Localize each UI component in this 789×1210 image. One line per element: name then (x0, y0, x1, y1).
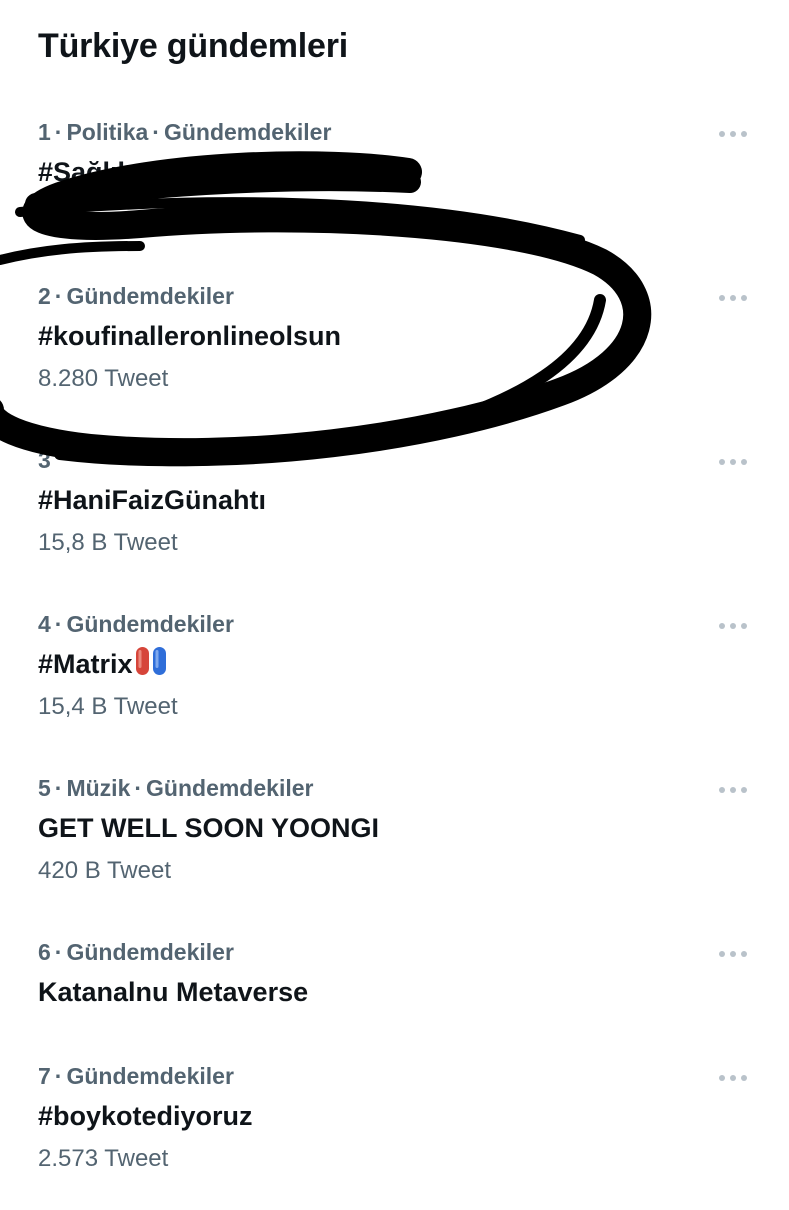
trend-tweet-count: 8.280 Tweet (38, 365, 169, 392)
trend-rank: 5 (38, 775, 51, 801)
trend-rank: 4 (38, 611, 51, 637)
trend-rank: 3 (38, 447, 51, 473)
trend-item[interactable]: 5 · Müzik · Gündemdekiler GET WELL SOON YOON… (0, 772, 789, 922)
trend-rank: 2 (38, 283, 51, 309)
trend-tweet-count: 2.573 Tweet (38, 1145, 169, 1172)
trend-name[interactable]: #Matrix (38, 646, 167, 685)
more-horizontal-icon (719, 295, 747, 301)
trend-item[interactable]: 2 · Gündemdekiler #koufinalleronlineolsun … (0, 280, 789, 430)
trend-tweet-count: 15,8 B Tweet (38, 529, 178, 556)
trend-context: Gündemdekiler (146, 775, 314, 801)
trend-rank: 1 (38, 119, 51, 145)
more-horizontal-icon (719, 951, 747, 957)
trend-item[interactable]: 1 · Politika · Gündemdekiler #SağlıkçıTeşekk… (0, 116, 789, 266)
trend-context: Gündemdekiler (163, 119, 332, 145)
more-horizontal-icon (719, 131, 747, 137)
trend-name-text: #Matrix (38, 649, 133, 679)
trend-meta: 3 (38, 444, 51, 476)
trend-category: Politika (66, 119, 149, 145)
more-button[interactable] (716, 124, 750, 144)
more-horizontal-icon (719, 623, 747, 629)
trend-meta: 5 · Müzik · Gündemdekiler (38, 775, 314, 801)
more-horizontal-icon (719, 459, 747, 465)
trend-item[interactable]: 4 · Gündemdekiler #Matrix 15,4 B Tweet (0, 608, 789, 758)
trend-name[interactable]: #SağlıkçıTeşekkürEtmiyor (38, 154, 372, 190)
trend-name[interactable]: GET WELL SOON YOONGI (38, 810, 379, 846)
trend-meta: 4 · Gündemdekiler (38, 611, 234, 637)
blue-pill-icon (152, 646, 167, 685)
trend-meta: 1 · Politika · Gündemdekiler (38, 119, 332, 145)
trend-name[interactable]: #boykotediyoruz (38, 1098, 253, 1134)
trend-rank: 7 (38, 1063, 51, 1089)
trend-context: Gündemdekiler (66, 611, 234, 637)
page-title: Türkiye gündemleri (38, 27, 349, 65)
trend-context: Gündemdekiler (66, 939, 234, 965)
trend-meta: 7 · Gündemdekiler (38, 1063, 234, 1089)
trend-context: Gündemdekiler (66, 1063, 234, 1089)
trend-meta: 6 · Gündemdekiler (38, 939, 234, 965)
more-button[interactable] (716, 1068, 750, 1088)
more-button[interactable] (716, 452, 750, 472)
more-button[interactable] (716, 780, 750, 800)
trend-context: Gündemdekiler (66, 283, 234, 309)
trend-item[interactable]: 7 · Gündemdekiler #boykotediyoruz 2.573 Tw… (0, 1060, 789, 1210)
trend-rank: 6 (38, 939, 51, 965)
more-horizontal-icon (719, 787, 747, 793)
trend-tweet-count: 15,4 B Tweet (38, 693, 178, 720)
trend-tweet-count: 420 B Tweet (38, 857, 171, 884)
trend-meta: 2 · Gündemdekiler (38, 283, 234, 309)
more-horizontal-icon (719, 1075, 747, 1081)
trend-name[interactable]: #HaniFaizGünahtı (38, 482, 266, 518)
more-button[interactable] (716, 944, 750, 964)
trend-item[interactable]: 3 #HaniFaizGünahtı 15,8 B Tweet (0, 444, 789, 594)
more-button[interactable] (716, 616, 750, 636)
trend-name[interactable]: #koufinalleronlineolsun (38, 318, 341, 354)
red-pill-icon (135, 646, 150, 685)
more-button[interactable] (716, 288, 750, 308)
trend-name[interactable]: Katanalnu Metaverse (38, 974, 308, 1010)
trend-category: Müzik (66, 775, 131, 801)
